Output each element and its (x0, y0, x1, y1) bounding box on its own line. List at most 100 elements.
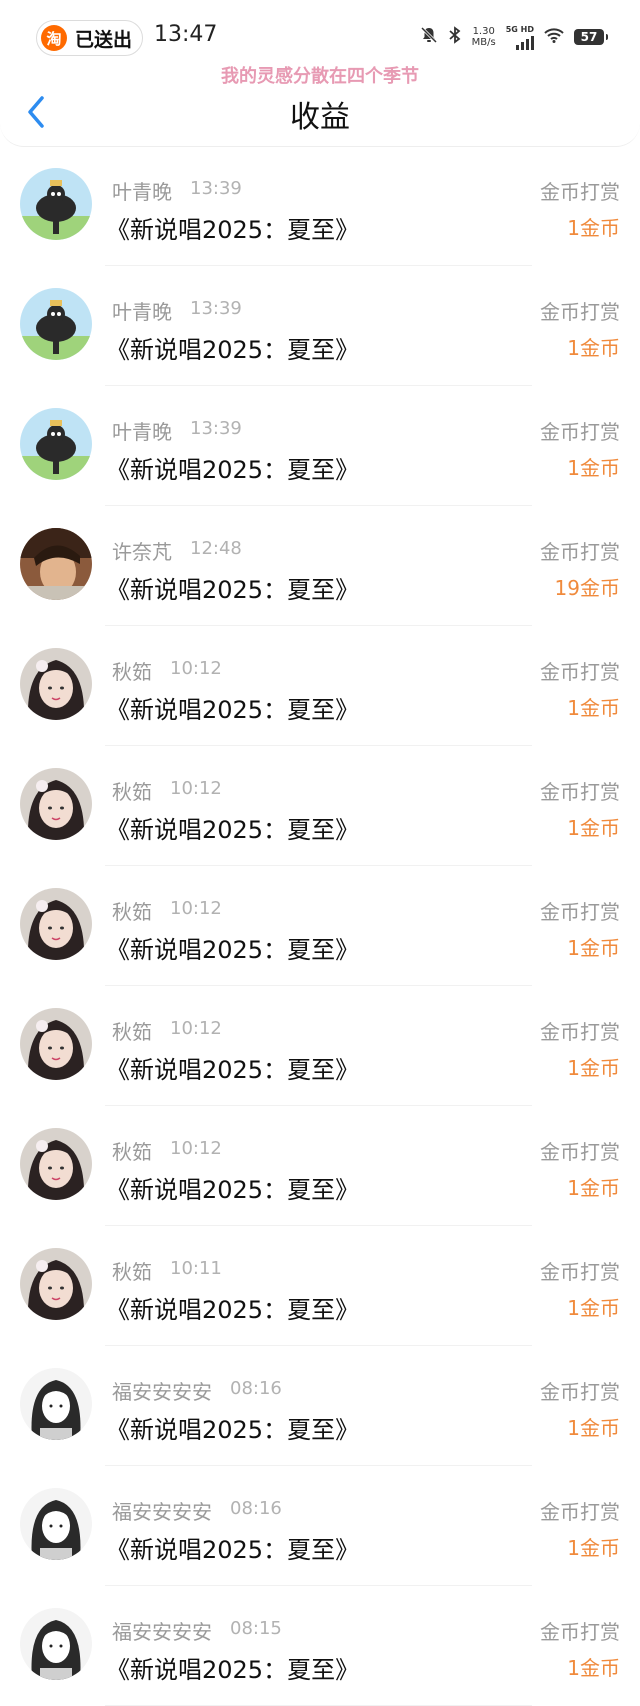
sender-name: 秋筎 (112, 1140, 152, 1164)
list-item[interactable]: 叶青晚 13:39 《新说唱2025：夏至》 金币打赏 1金币 (0, 386, 640, 506)
reward-type: 金币打赏 (540, 1020, 620, 1044)
header: 淘 已送出 13:47 1.30 MB/s 5G HD 57 我的灵感分散在四个… (0, 0, 640, 147)
reward-type: 金币打赏 (540, 900, 620, 924)
sender-name: 秋筎 (112, 660, 152, 684)
avatar[interactable] (20, 768, 92, 840)
reward-type: 金币打赏 (540, 300, 620, 324)
sender-name: 秋筎 (112, 780, 152, 804)
list-item[interactable]: 叶青晚 13:39 《新说唱2025：夏至》 金币打赏 1金币 (0, 266, 640, 386)
avatar[interactable] (20, 648, 92, 720)
reward-type: 金币打赏 (540, 1380, 620, 1404)
work-title: 《新说唱2025：夏至》 (106, 1416, 360, 1444)
sender-name: 叶青晚 (112, 300, 172, 324)
reward-time: 10:12 (170, 898, 222, 919)
reward-type: 金币打赏 (540, 1260, 620, 1284)
work-title: 《新说唱2025：夏至》 (106, 336, 360, 364)
net-speed-value: 1.30 (472, 26, 495, 37)
reward-amount: 19金币 (554, 576, 620, 600)
list-item[interactable]: 福安安安安 08:16 《新说唱2025：夏至》 金币打赏 1金币 (0, 1346, 640, 1466)
avatar[interactable] (20, 1248, 92, 1320)
sender-name: 福安安安安 (112, 1500, 212, 1524)
avatar[interactable] (20, 1368, 92, 1440)
list-item[interactable]: 福安安安安 08:16 《新说唱2025：夏至》 金币打赏 1金币 (0, 1466, 640, 1586)
page-title: 收益 (290, 100, 350, 135)
list-item[interactable]: 许奈芃 12:48 《新说唱2025：夏至》 金币打赏 19金币 (0, 506, 640, 626)
reward-amount: 1金币 (567, 336, 620, 360)
reward-type: 金币打赏 (540, 660, 620, 684)
reward-time: 13:39 (190, 418, 242, 439)
sender-name: 叶青晚 (112, 420, 172, 444)
reward-type: 金币打赏 (540, 1620, 620, 1644)
avatar[interactable] (20, 1008, 92, 1080)
reward-type: 金币打赏 (540, 780, 620, 804)
avatar[interactable] (20, 1128, 92, 1200)
reward-time: 08:16 (230, 1378, 282, 1399)
work-title: 《新说唱2025：夏至》 (106, 696, 360, 724)
sender-name: 秋筎 (112, 1260, 152, 1284)
reward-time: 10:12 (170, 778, 222, 799)
list-item[interactable]: 秋筎 10:12 《新说唱2025：夏至》 金币打赏 1金币 (0, 746, 640, 866)
reward-time: 13:39 (190, 178, 242, 199)
sender-name: 秋筎 (112, 1020, 152, 1044)
avatar[interactable] (20, 888, 92, 960)
work-title: 《新说唱2025：夏至》 (106, 216, 360, 244)
avatar[interactable] (20, 168, 92, 240)
work-title: 《新说唱2025：夏至》 (106, 1056, 360, 1084)
reward-type: 金币打赏 (540, 1500, 620, 1524)
reward-time: 10:12 (170, 658, 222, 679)
net-speed-unit: MB/s (471, 37, 496, 48)
reward-time: 10:11 (170, 1258, 222, 1279)
list-item[interactable]: 叶青晚 13:39 《新说唱2025：夏至》 金币打赏 1金币 (0, 146, 640, 266)
reward-type: 金币打赏 (540, 420, 620, 444)
work-title: 《新说唱2025：夏至》 (106, 816, 360, 844)
reward-amount: 1金币 (567, 456, 620, 480)
status-bar: 淘 已送出 13:47 1.30 MB/s 5G HD 57 (0, 14, 640, 60)
list-item[interactable]: 福安安安安 08:15 《新说唱2025：夏至》 金币打赏 1金币 (0, 1586, 640, 1706)
reward-time: 12:48 (190, 538, 242, 559)
wifi-icon (544, 27, 564, 47)
reward-type: 金币打赏 (540, 540, 620, 564)
reward-amount: 1金币 (567, 1416, 620, 1440)
list-item[interactable]: 秋筎 10:12 《新说唱2025：夏至》 金币打赏 1金币 (0, 626, 640, 746)
reward-type: 金币打赏 (540, 180, 620, 204)
sender-name: 许奈芃 (112, 540, 172, 564)
reward-amount: 1金币 (567, 216, 620, 240)
reward-time: 08:15 (230, 1618, 282, 1639)
taobao-sent-pill[interactable]: 淘 已送出 (36, 20, 144, 56)
list-item[interactable]: 秋筎 10:11 《新说唱2025：夏至》 金币打赏 1金币 (0, 1226, 640, 1346)
bluetooth-icon (448, 26, 462, 48)
inspiration-marquee: 我的灵感分散在四个季节 (221, 66, 419, 87)
reward-amount: 1金币 (567, 816, 620, 840)
sender-name: 叶青晚 (112, 180, 172, 204)
earnings-list: 叶青晚 13:39 《新说唱2025：夏至》 金币打赏 1金币 叶青晚 13:39 《新说唱2… (0, 146, 640, 1706)
list-item[interactable]: 秋筎 10:12 《新说唱2025：夏至》 金币打赏 1金币 (0, 1106, 640, 1226)
avatar[interactable] (20, 408, 92, 480)
bell-off-icon (420, 26, 438, 48)
status-time: 13:47 (154, 22, 218, 47)
net-speed: 1.30 MB/s (472, 26, 496, 48)
battery-icon: 57 (574, 29, 608, 45)
reward-time: 10:12 (170, 1138, 222, 1159)
work-title: 《新说唱2025：夏至》 (106, 936, 360, 964)
sender-name: 福安安安安 (112, 1380, 212, 1404)
avatar[interactable] (20, 288, 92, 360)
reward-amount: 1金币 (567, 1656, 620, 1680)
reward-type: 金币打赏 (540, 1140, 620, 1164)
list-item[interactable]: 秋筎 10:12 《新说唱2025：夏至》 金币打赏 1金币 (0, 986, 640, 1106)
reward-time: 10:12 (170, 1018, 222, 1039)
work-title: 《新说唱2025：夏至》 (106, 1536, 360, 1564)
list-item[interactable]: 秋筎 10:12 《新说唱2025：夏至》 金币打赏 1金币 (0, 866, 640, 986)
work-title: 《新说唱2025：夏至》 (106, 1296, 360, 1324)
work-title: 《新说唱2025：夏至》 (106, 576, 360, 604)
sent-label: 已送出 (75, 28, 133, 51)
sender-name: 福安安安安 (112, 1620, 212, 1644)
avatar[interactable] (20, 1608, 92, 1680)
work-title: 《新说唱2025：夏至》 (106, 1656, 360, 1684)
reward-amount: 1金币 (567, 1536, 620, 1560)
signal-icon: 5G HD (506, 25, 534, 50)
avatar[interactable] (20, 1488, 92, 1560)
avatar[interactable] (20, 528, 92, 600)
reward-amount: 1金币 (567, 1176, 620, 1200)
reward-time: 08:16 (230, 1498, 282, 1519)
sender-name: 秋筎 (112, 900, 152, 924)
